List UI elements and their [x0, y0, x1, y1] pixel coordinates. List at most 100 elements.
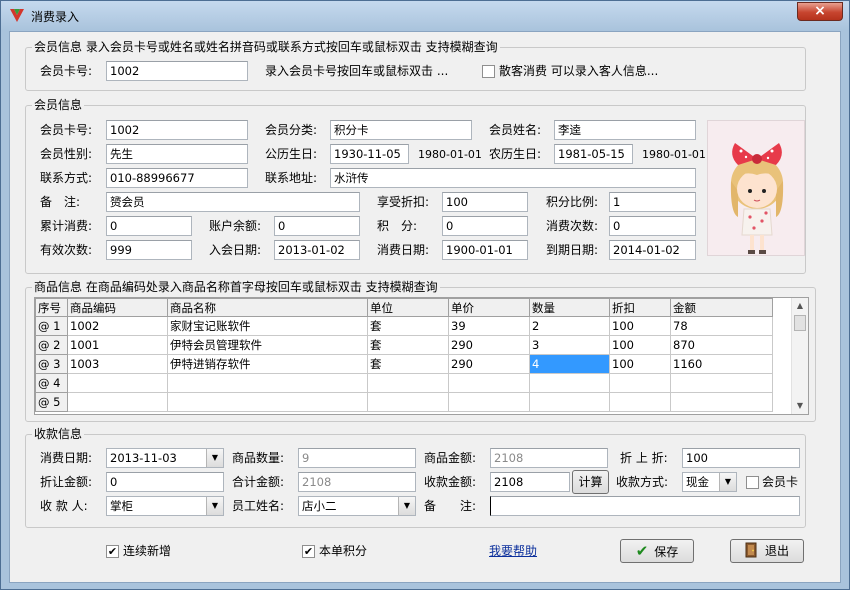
- search-card-input[interactable]: 1002: [106, 61, 248, 81]
- expire-date-field[interactable]: 2014-01-02: [609, 240, 696, 260]
- column-header[interactable]: 金额: [670, 298, 773, 317]
- table-cell-qty[interactable]: 4: [529, 354, 610, 374]
- table-cell-name[interactable]: [167, 392, 368, 412]
- table-cell-price[interactable]: [448, 392, 530, 412]
- table-cell-unit[interactable]: [367, 373, 449, 393]
- continuous-add-checkbox[interactable]: ✔: [106, 545, 119, 558]
- earn-points-checkbox[interactable]: ✔: [302, 545, 315, 558]
- dropdown-arrow-icon[interactable]: ▼: [206, 497, 223, 515]
- save-button[interactable]: ✔ 保存: [620, 539, 694, 563]
- table-cell-qty[interactable]: [529, 373, 610, 393]
- row-number-cell[interactable]: @ 4: [35, 373, 68, 393]
- category-field[interactable]: 积分卡: [330, 120, 472, 140]
- table-cell-code[interactable]: [67, 392, 168, 412]
- table-cell-discount[interactable]: [609, 392, 671, 412]
- goods-scrollbar[interactable]: ▲ ▼: [791, 298, 808, 414]
- table-cell-qty[interactable]: 3: [529, 335, 610, 355]
- table-cell-price[interactable]: 290: [448, 354, 530, 374]
- member-card-checkbox[interactable]: [746, 476, 759, 489]
- calculate-button[interactable]: 计算: [572, 470, 609, 494]
- table-cell-discount[interactable]: 100: [609, 354, 671, 374]
- name-field[interactable]: 李逵: [554, 120, 696, 140]
- balance-field[interactable]: 0: [274, 216, 360, 236]
- discount-field[interactable]: 100: [442, 192, 528, 212]
- table-cell-name[interactable]: 伊特进销存软件: [167, 354, 368, 374]
- gender-field[interactable]: 先生: [106, 144, 248, 164]
- payment-method-select[interactable]: 现金 ▼: [682, 472, 737, 492]
- contact-field[interactable]: 010-88996677: [106, 168, 248, 188]
- table-cell-amount[interactable]: [670, 392, 773, 412]
- table-cell-code[interactable]: 1003: [67, 354, 168, 374]
- staff-select[interactable]: 店小二 ▼: [298, 496, 416, 516]
- row-number-cell[interactable]: @ 5: [35, 392, 68, 412]
- scroll-up-icon[interactable]: ▲: [792, 298, 808, 314]
- help-link[interactable]: 我要帮助: [489, 541, 537, 561]
- close-button[interactable]: ×: [797, 2, 843, 21]
- guest-checkbox[interactable]: [482, 65, 495, 78]
- table-cell-price[interactable]: 39: [448, 316, 530, 336]
- table-cell-amount[interactable]: 870: [670, 335, 773, 355]
- row-number-cell[interactable]: @ 1: [35, 316, 68, 336]
- table-row[interactable]: @ 2 1001 伊特会员管理软件套 290 3 100 870: [35, 335, 773, 355]
- card-no-field[interactable]: 1002: [106, 120, 248, 140]
- table-cell-unit[interactable]: 套: [367, 354, 449, 374]
- extra-discount-field[interactable]: 100: [682, 448, 800, 468]
- lunar-birthday-field[interactable]: 1981-05-15: [554, 144, 633, 164]
- exit-button[interactable]: 退出: [730, 539, 804, 563]
- note-field[interactable]: [490, 496, 800, 516]
- received-field[interactable]: 2108: [490, 472, 570, 492]
- table-cell-code[interactable]: 1001: [67, 335, 168, 355]
- table-cell-amount[interactable]: [670, 373, 773, 393]
- table-cell-discount[interactable]: [609, 373, 671, 393]
- scroll-thumb[interactable]: [794, 315, 806, 331]
- column-header[interactable]: 序号: [35, 298, 68, 317]
- table-cell-discount[interactable]: 100: [609, 335, 671, 355]
- table-cell-discount[interactable]: 100: [609, 316, 671, 336]
- last-consume-field[interactable]: 1900-01-01: [442, 240, 528, 260]
- table-cell-qty[interactable]: 2: [529, 316, 610, 336]
- table-cell-amount[interactable]: 1160: [670, 354, 773, 374]
- column-header[interactable]: 商品编码: [67, 298, 168, 317]
- table-cell-unit[interactable]: [367, 392, 449, 412]
- table-cell-price[interactable]: 290: [448, 335, 530, 355]
- table-cell-price[interactable]: [448, 373, 530, 393]
- column-header[interactable]: 数量: [529, 298, 610, 317]
- table-cell-unit[interactable]: 套: [367, 316, 449, 336]
- solar-birthday-field[interactable]: 1930-11-05: [330, 144, 409, 164]
- table-cell-code[interactable]: [67, 373, 168, 393]
- dropdown-arrow-icon[interactable]: ▼: [398, 497, 415, 515]
- table-cell-unit[interactable]: 套: [367, 335, 449, 355]
- payee-select[interactable]: 掌柜 ▼: [106, 496, 224, 516]
- scroll-down-icon[interactable]: ▼: [792, 398, 808, 414]
- column-header[interactable]: 单价: [448, 298, 530, 317]
- column-header[interactable]: 单位: [367, 298, 449, 317]
- column-header[interactable]: 商品名称: [167, 298, 368, 317]
- table-cell-code[interactable]: 1002: [67, 316, 168, 336]
- discount-amount-field[interactable]: 0: [106, 472, 224, 492]
- total-spent-field[interactable]: 0: [106, 216, 192, 236]
- join-date-field[interactable]: 2013-01-02: [274, 240, 360, 260]
- table-row[interactable]: @ 1 1002 家财宝记账软件套 39 2 100 78: [35, 316, 773, 336]
- points-ratio-field[interactable]: 1: [609, 192, 696, 212]
- row-number-cell[interactable]: @ 2: [35, 335, 68, 355]
- table-cell-name[interactable]: [167, 373, 368, 393]
- column-header[interactable]: 折扣: [609, 298, 671, 317]
- consume-date-picker[interactable]: 2013-11-03 ▼: [106, 448, 224, 468]
- table-cell-amount[interactable]: 78: [670, 316, 773, 336]
- table-row[interactable]: @ 3 1003 伊特进销存软件套 290 4 100 1160: [35, 354, 773, 374]
- goods-grid[interactable]: 序号 商品编码 商品名称 单位 单价 数量 折扣 金额 @ 1 1002 家财宝记账软件套 39 2 1…: [34, 297, 809, 415]
- table-cell-qty[interactable]: [529, 392, 610, 412]
- table-row[interactable]: @ 4: [35, 373, 773, 393]
- dropdown-arrow-icon[interactable]: ▼: [206, 449, 223, 467]
- dropdown-arrow-icon[interactable]: ▼: [719, 473, 736, 491]
- address-field[interactable]: 水浒传: [330, 168, 696, 188]
- points-field[interactable]: 0: [442, 216, 528, 236]
- title-bar[interactable]: 消费录入 ×: [1, 1, 849, 31]
- valid-times-field[interactable]: 999: [106, 240, 192, 260]
- visits-field[interactable]: 0: [609, 216, 696, 236]
- table-row[interactable]: @ 5: [35, 392, 773, 412]
- remark-field[interactable]: 赟会员: [106, 192, 360, 212]
- table-cell-name[interactable]: 家财宝记账软件: [167, 316, 368, 336]
- table-cell-name[interactable]: 伊特会员管理软件: [167, 335, 368, 355]
- row-number-cell[interactable]: @ 3: [35, 354, 68, 374]
